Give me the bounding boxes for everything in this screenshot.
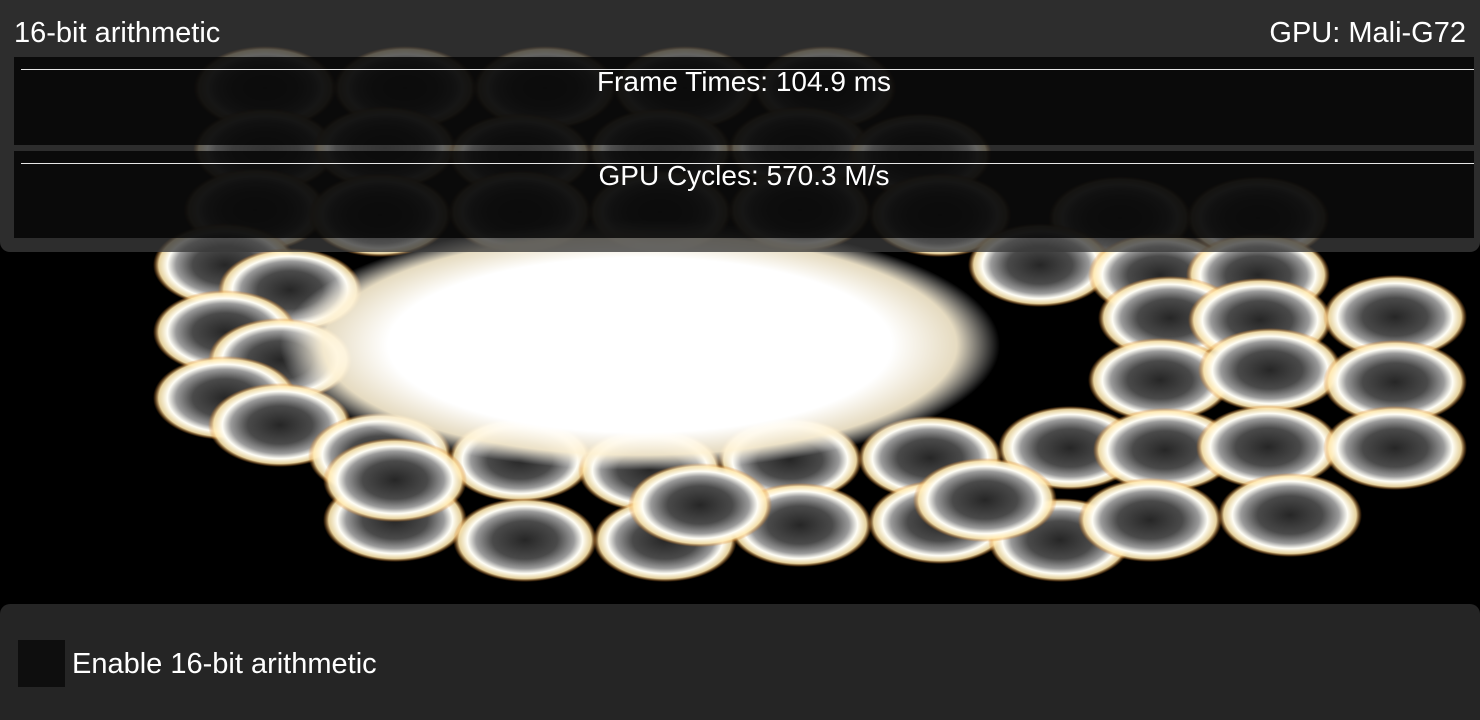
- particle-ring: [1078, 478, 1222, 562]
- sample-title: 16-bit arithmetic: [14, 17, 221, 49]
- gpu-cycles-label: GPU Cycles: 570.3 M/s: [598, 160, 890, 191]
- frame-times-label: Frame Times: 104.9 ms: [596, 66, 892, 97]
- particle-ring: [323, 438, 467, 522]
- enable-16bit-label[interactable]: Enable 16-bit arithmetic: [72, 645, 377, 683]
- overexposed-core: [280, 220, 1000, 470]
- particle-ring: [1218, 473, 1362, 557]
- particle-ring: [453, 498, 597, 582]
- particle-ring: [913, 458, 1057, 542]
- particle-ring: [1323, 406, 1467, 490]
- enable-16bit-checkbox[interactable]: [18, 640, 65, 687]
- particle-ring: [628, 463, 772, 547]
- options-panel: Enable 16-bit arithmetic: [0, 604, 1480, 720]
- gpu-cycles-graph: GPU Cycles: 570.3 M/s: [14, 151, 1474, 238]
- gpu-name: GPU: Mali-G72: [1269, 17, 1466, 49]
- top-overlay-panel: 16-bit arithmetic GPU: Mali-G72 Frame Ti…: [0, 0, 1480, 252]
- frame-times-graph: Frame Times: 104.9 ms: [14, 57, 1474, 145]
- particle-ring: [1198, 328, 1342, 412]
